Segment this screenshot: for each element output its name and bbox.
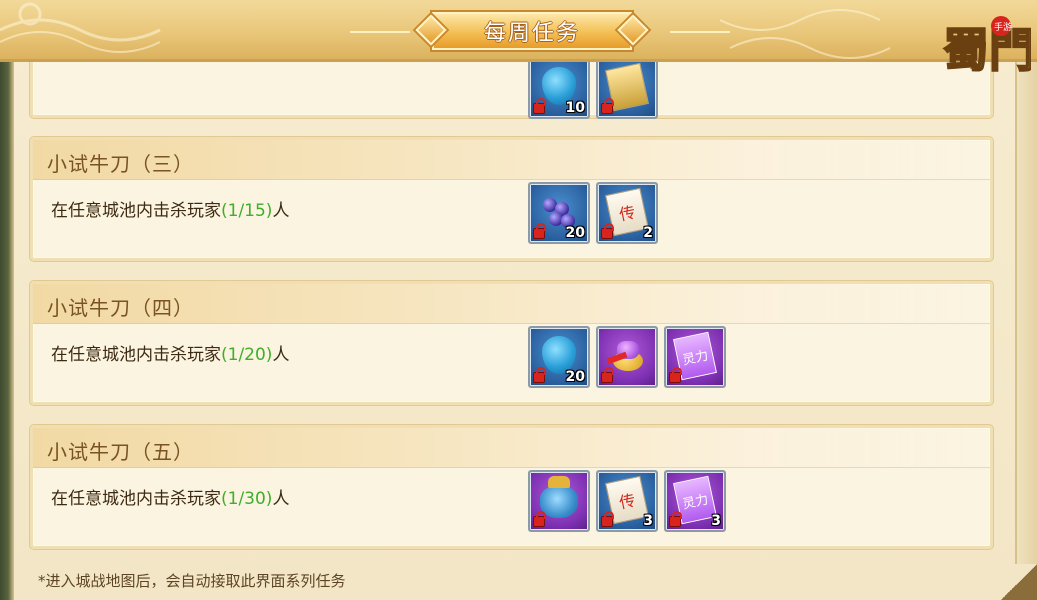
game-logo: 蜀門 手游	[942, 16, 1031, 78]
task-title: 小试牛刀（四）	[47, 296, 194, 320]
task-progress: (1/20)	[221, 345, 273, 365]
footer-note: *进入城战地图后，会自动接取此界面系列任务	[38, 572, 346, 590]
task-progress: (1/30)	[221, 489, 273, 509]
reward-item[interactable]	[596, 57, 658, 119]
reward-quantity: 20	[565, 369, 585, 385]
cloud-swirl-icon	[720, 9, 891, 59]
task-title: 小试牛刀（三）	[47, 152, 194, 176]
reward-quantity: 2	[643, 225, 653, 241]
reward-item[interactable]	[528, 470, 590, 532]
reward-quantity: 10	[565, 100, 585, 116]
svg-text:蜀門: 蜀門	[943, 23, 1031, 77]
reward-item[interactable]: 灵力	[664, 326, 726, 388]
task-desc-text: 在任意城池内击杀玩家	[51, 489, 221, 509]
panel-scrollbar-track[interactable]	[1015, 60, 1037, 600]
lock-icon	[669, 367, 682, 383]
reward-quantity: 3	[711, 513, 721, 529]
reward-quantity: 3	[643, 513, 653, 529]
reward-quantity: 20	[565, 225, 585, 241]
reward-list: 20 灵力	[528, 326, 726, 388]
title-ornament-line	[670, 31, 730, 33]
page-title: 每周任务	[483, 21, 580, 46]
reward-item[interactable]: 20	[528, 182, 590, 244]
task-card: 小试牛刀（五） 在任意城池内击杀玩家(1/30)人 传 3 灵力 3	[30, 425, 993, 549]
title-ornament-line	[350, 31, 410, 33]
lock-icon	[601, 511, 614, 527]
reward-item[interactable]: 灵力 3	[664, 470, 726, 532]
lock-icon	[533, 98, 546, 114]
reward-item[interactable]: 10	[528, 57, 590, 119]
lock-icon	[601, 223, 614, 239]
gourd-icon	[542, 66, 576, 105]
page-corner-curl	[1001, 564, 1037, 600]
reward-item[interactable]: 20	[528, 326, 590, 388]
reward-item[interactable]: 传 2	[596, 182, 658, 244]
lock-icon	[533, 223, 546, 239]
lock-icon	[669, 511, 682, 527]
task-description: 在任意城池内击杀玩家(1/30)人	[51, 484, 289, 509]
task-desc-text: 在任意城池内击杀玩家	[51, 201, 221, 221]
task-card: 小试牛刀（三） 在任意城池内击杀玩家(1/15)人 20 传 2	[30, 137, 993, 261]
lock-icon	[601, 98, 614, 114]
lock-icon	[601, 367, 614, 383]
panel-left-edge	[0, 0, 14, 600]
reward-list: 20 传 2	[528, 182, 658, 244]
lock-icon	[533, 367, 546, 383]
task-description: 在任意城池内击杀玩家(1/15)人	[51, 196, 289, 221]
task-title: 小试牛刀（五）	[47, 440, 194, 464]
reward-list: 传 3 灵力 3	[528, 470, 726, 532]
title-plate: 每周任务	[414, 10, 650, 52]
task-description: 在任意城池内击杀玩家(1/20)人	[51, 340, 289, 365]
reward-item[interactable]: 传 3	[596, 470, 658, 532]
lock-icon	[533, 511, 546, 527]
header-band: 每周任务	[0, 0, 1037, 62]
task-desc-suffix: 人	[272, 201, 290, 221]
reward-item[interactable]	[596, 326, 658, 388]
task-desc-text: 在任意城池内击杀玩家	[51, 345, 221, 365]
task-desc-suffix: 人	[272, 489, 290, 509]
gourd-icon	[542, 335, 576, 374]
cloud-swirl-icon	[0, 2, 161, 53]
task-desc-suffix: 人	[272, 345, 290, 365]
svg-text:手游: 手游	[994, 21, 1012, 33]
task-card: 小试牛刀（四） 在任意城池内击杀玩家(1/20)人 20 灵力	[30, 281, 993, 405]
task-progress: (1/15)	[221, 201, 273, 221]
